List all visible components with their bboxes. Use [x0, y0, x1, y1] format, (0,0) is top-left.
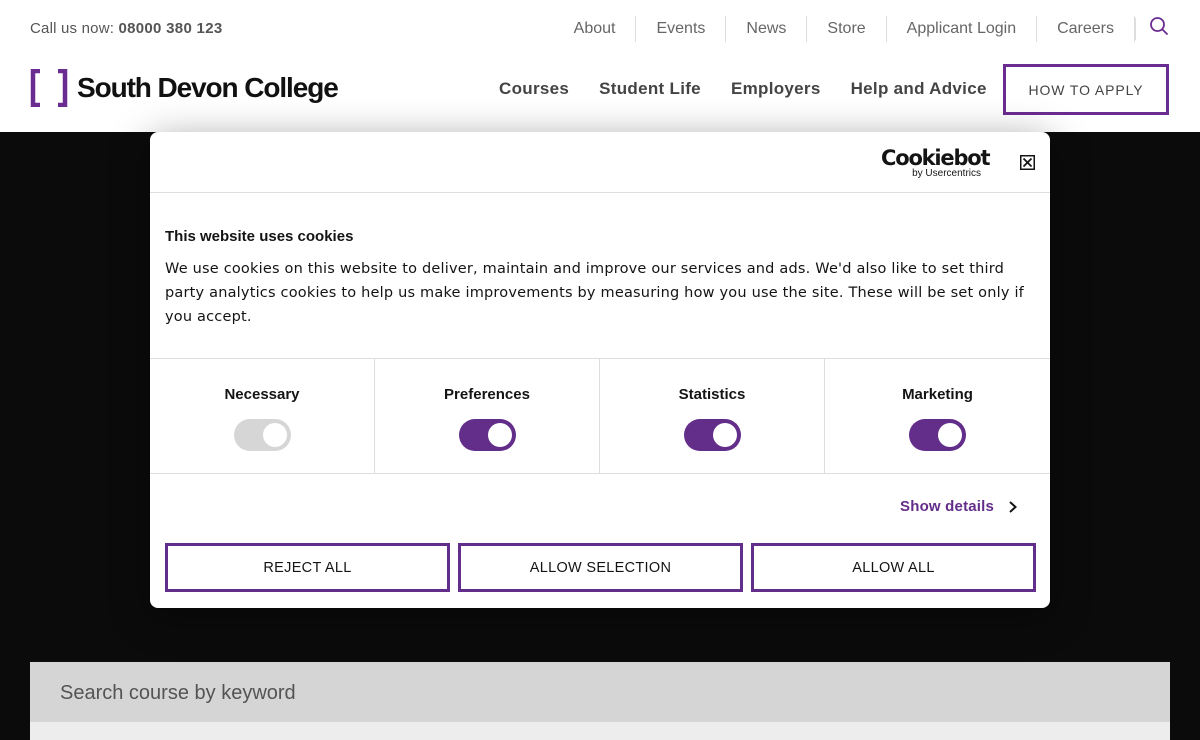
dialog-title: This website uses cookies [165, 228, 354, 245]
main-nav: Courses Student Life Employers Help and … [484, 78, 1002, 100]
toggle-knob [938, 423, 962, 447]
necessary-toggle [234, 419, 291, 451]
phone-number[interactable]: 08000 380 123 [118, 20, 222, 37]
cookiebot-brand: Cookiebot [881, 146, 991, 170]
top-nav-events[interactable]: Events [636, 16, 727, 42]
call-us: Call us now: 08000 380 123 [30, 20, 222, 37]
top-nav-store[interactable]: Store [807, 16, 887, 42]
logo-text: South Devon College [77, 72, 339, 103]
bracket-logo-icon [30, 69, 68, 107]
chevron-right-icon [1009, 500, 1018, 513]
cookie-dialog: Cookiebot by Usercentrics This website u… [150, 132, 1050, 608]
dialog-description: We use cookies on this website to delive… [165, 261, 1024, 325]
category-label: Statistics [678, 386, 746, 403]
top-nav-about[interactable]: About [554, 16, 637, 42]
dialog-header: Cookiebot by Usercentrics [150, 132, 1050, 193]
category-necessary: Necessary [150, 359, 375, 473]
allow-all-button[interactable]: ALLOW ALL [751, 543, 1036, 592]
close-icon[interactable] [1020, 155, 1035, 170]
main-nav-help-and-advice[interactable]: Help and Advice [836, 78, 1002, 100]
category-label: Preferences [444, 386, 530, 403]
category-label: Necessary [224, 386, 300, 403]
top-nav-careers[interactable]: Careers [1037, 16, 1135, 42]
toggle-knob [713, 423, 737, 447]
course-search-placeholder: Search course by keyword [60, 682, 296, 704]
college-logo[interactable]: South Devon College [30, 69, 339, 107]
nav-divider [1135, 18, 1136, 40]
preferences-toggle[interactable] [459, 419, 516, 451]
toggle-knob [263, 423, 287, 447]
allow-selection-button[interactable]: ALLOW SELECTION [458, 543, 743, 592]
category-preferences: Preferences [375, 359, 600, 473]
top-nav: About Events News Store Applicant Login … [554, 16, 1170, 42]
dialog-buttons: REJECT ALL ALLOW SELECTION ALLOW ALL [165, 543, 1036, 592]
main-nav-student-life[interactable]: Student Life [584, 78, 716, 100]
content-strip [30, 722, 1170, 740]
cookie-categories: Necessary Preferences Statistics Marketi… [150, 358, 1050, 474]
call-label: Call us now: [30, 20, 115, 37]
site-header: Call us now: 08000 380 123 About Events … [0, 0, 1200, 132]
category-label: Marketing [902, 386, 973, 403]
main-nav-employers[interactable]: Employers [716, 78, 836, 100]
show-details-link[interactable]: Show details [900, 498, 1018, 515]
course-search-bar[interactable]: Search course by keyword [30, 662, 1170, 722]
category-statistics: Statistics [600, 359, 825, 473]
how-to-apply-button[interactable]: HOW TO APPLY [1003, 64, 1169, 115]
search-icon[interactable] [1148, 15, 1170, 37]
reject-all-button[interactable]: REJECT ALL [165, 543, 450, 592]
top-nav-news[interactable]: News [726, 16, 808, 42]
main-nav-courses[interactable]: Courses [484, 78, 584, 100]
cookiebot-logo: Cookiebot by Usercentrics [881, 146, 991, 179]
statistics-toggle[interactable] [684, 419, 741, 451]
toggle-knob [488, 423, 512, 447]
top-nav-applicant-login[interactable]: Applicant Login [887, 16, 1038, 42]
category-marketing: Marketing [825, 359, 1050, 473]
show-details-label: Show details [900, 498, 995, 515]
marketing-toggle[interactable] [909, 419, 966, 451]
cookiebot-sub: by Usercentrics [912, 168, 981, 179]
